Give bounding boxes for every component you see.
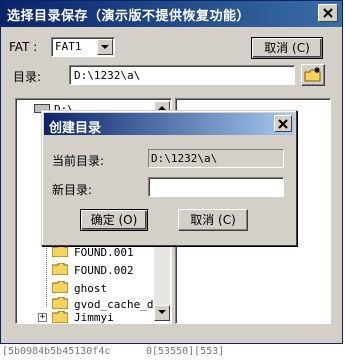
- path-input-value: D:\1232\a\: [74, 69, 141, 82]
- close-icon: [278, 119, 288, 129]
- cancel-button[interactable]: 取消 (C): [251, 37, 323, 59]
- dialog-cancel-button[interactable]: 取消 (C): [178, 209, 248, 231]
- folder-icon: [52, 263, 68, 275]
- path-label: 目录:: [13, 70, 42, 84]
- background-text-right: 0[53550][553]: [146, 346, 225, 357]
- folder-icon: [52, 297, 68, 309]
- folder-icon: [52, 311, 68, 323]
- folder-icon: [52, 281, 68, 293]
- expand-plus-icon[interactable]: +: [38, 313, 47, 322]
- window-titlebar: 选择目录保存（演示版不提供恢复功能）: [1, 1, 342, 27]
- dialog-title: 创建目录: [49, 121, 102, 136]
- chevron-down-icon: [101, 45, 109, 49]
- tree-item-label: FOUND.002: [74, 264, 134, 277]
- window-title: 选择目录保存（演示版不提供恢复功能）: [7, 9, 251, 24]
- create-directory-dialog: 创建目录 当前目录: D:\1232\a\ 新目录: 确定 (O) 取消 (C): [41, 110, 297, 246]
- ok-button[interactable]: 确定 (O): [80, 209, 148, 231]
- current-dir-label: 当前目录:: [52, 154, 105, 168]
- fat-label: FAT :: [9, 40, 38, 54]
- save-directory-window: 选择目录保存（演示版不提供恢复功能） FAT : FAT1 取消 (C) 目录:…: [0, 0, 343, 344]
- current-dir-field: D:\1232\a\: [148, 149, 284, 168]
- background-strip: [5b0984b5b45130f4c 0[53550][553]: [0, 344, 345, 360]
- fat-select[interactable]: FAT1: [51, 37, 115, 57]
- current-dir-value: D:\1232\a\: [151, 152, 218, 165]
- tree-item-label: ghost: [74, 282, 108, 295]
- tree-item-label: gvod_cache_da: [74, 298, 161, 311]
- window-close-button[interactable]: [318, 4, 338, 22]
- dialog-close-button[interactable]: [274, 115, 292, 132]
- tree-item-label: FOUND.001: [74, 246, 134, 259]
- folder-icon: [52, 245, 68, 257]
- new-folder-button[interactable]: [301, 64, 325, 86]
- path-input[interactable]: D:\1232\a\: [69, 65, 295, 85]
- scroll-down-button[interactable]: [154, 305, 170, 321]
- chevron-down-icon: [158, 310, 166, 314]
- new-dir-label: 新目录:: [52, 183, 93, 197]
- tree-item-label: Jimmyi: [74, 311, 114, 324]
- fat-select-value: FAT1: [55, 40, 82, 53]
- dialog-titlebar: 创建目录: [44, 113, 294, 136]
- fat-select-dropdown-button[interactable]: [97, 39, 113, 55]
- new-dir-input[interactable]: [148, 177, 284, 197]
- close-icon: [323, 8, 333, 18]
- background-text-left: [5b0984b5b45130f4c: [2, 346, 111, 357]
- new-folder-icon: [304, 67, 321, 82]
